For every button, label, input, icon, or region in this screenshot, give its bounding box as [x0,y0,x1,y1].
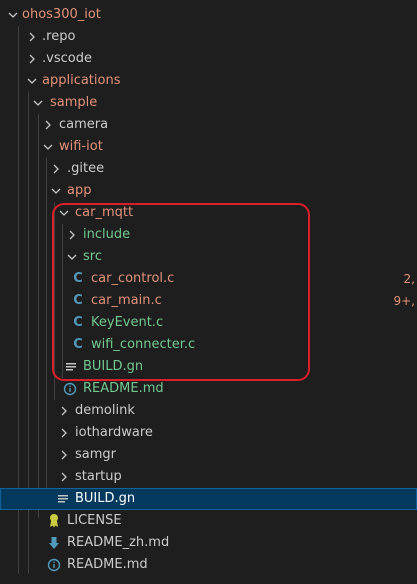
folder-label: demolink [75,403,135,418]
red-highlight-box [52,203,310,381]
folder-label: app [67,183,92,198]
tree-folder-startup[interactable]: startup [0,466,417,488]
problem-count-badge: 2, [403,272,415,286]
info-icon [46,554,62,576]
chevron-right-icon [56,422,72,444]
folder-label: .vscode [42,51,92,66]
tree-folder-ohos300-iot[interactable]: ohos300_iot [0,4,417,26]
download-arrow-icon [46,532,62,554]
chevron-right-icon [24,48,40,70]
problem-count-badge: 9+, [393,294,415,308]
tree-folder-applications[interactable]: applications [0,70,417,92]
tree-folder-samgr[interactable]: samgr [0,444,417,466]
chevron-right-icon [56,400,72,422]
folder-label: iothardware [75,425,153,440]
folder-label: applications [42,73,121,88]
folder-label: camera [59,117,109,132]
folder-label: sample [50,95,98,110]
lines-icon [55,488,71,510]
tree-folder-camera[interactable]: camera [0,114,417,136]
tree-file-build-gn-selected[interactable]: BUILD.gn [0,488,417,510]
chevron-down-icon [24,70,40,92]
chevron-down-icon [30,92,46,114]
tree-file-license[interactable]: LICENSE [0,510,417,532]
folder-label: .gitee [67,161,105,176]
tree-folder-demolink[interactable]: demolink [0,400,417,422]
tree-folder-gitee[interactable]: .gitee [0,158,417,180]
folder-label: .repo [42,29,76,44]
folder-label: wifi-iot [59,139,103,154]
file-label: BUILD.gn [75,491,136,506]
tree-file-readme-zh[interactable]: README_zh.md [0,532,417,554]
tree-folder-sample[interactable]: sample [0,92,417,114]
chevron-right-icon [40,114,56,136]
chevron-down-icon [40,136,56,158]
chevron-down-icon [48,180,64,202]
chevron-right-icon [56,466,72,488]
folder-label: ohos300_iot [22,7,101,22]
file-label: LICENSE [67,513,122,528]
chevron-right-icon [24,26,40,48]
folder-label: startup [75,469,122,484]
info-icon [62,378,78,400]
file-label: README_zh.md [67,535,170,550]
folder-label: samgr [75,447,116,462]
tree-folder-iothardware[interactable]: iothardware [0,422,417,444]
tree-folder-vscode[interactable]: .vscode [0,48,417,70]
file-label: README.md [83,381,164,396]
tree-folder-repo[interactable]: .repo [0,26,417,48]
license-icon [46,510,62,532]
tree-folder-wifi-iot[interactable]: wifi-iot [0,136,417,158]
chevron-right-icon [48,158,64,180]
file-label: README.md [67,557,148,572]
tree-file-readme-app[interactable]: README.md [0,378,417,400]
tree-file-readme-root[interactable]: README.md [0,554,417,576]
chevron-right-icon [56,444,72,466]
tree-folder-app[interactable]: app [0,180,417,202]
chevron-down-icon [5,4,21,26]
